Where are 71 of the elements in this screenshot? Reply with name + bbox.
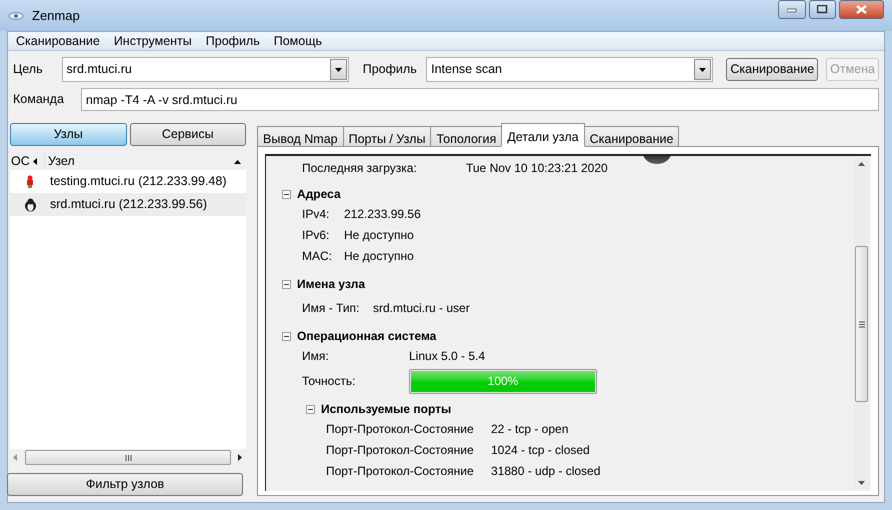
field-label: IPv4:	[302, 206, 330, 222]
progress-text: 100%	[486, 373, 520, 390]
tab[interactable]: Топология	[430, 126, 502, 147]
field-label: Порт-Протокол-Состояние	[326, 462, 475, 480]
field-value: Не доступно	[344, 226, 414, 244]
scan-button[interactable]: Сканирование	[726, 58, 818, 81]
close-icon	[856, 5, 867, 14]
dropdown[interactable]: srd.mtuci.ru	[62, 57, 349, 82]
field-label: Порт-Протокол-Состояние	[326, 420, 475, 438]
field-label: IPv6:	[302, 226, 330, 244]
menu-item[interactable]: Инструменты	[114, 32, 192, 50]
grip-icon	[858, 320, 864, 328]
view-toggle-button[interactable]: Сервисы	[130, 123, 246, 146]
grip-icon	[124, 454, 132, 460]
menu-item[interactable]: Профиль	[206, 32, 260, 50]
field-value: 22 - tcp - open	[491, 420, 568, 438]
field-label: Последняя загрузка:	[302, 160, 418, 176]
field-value: 31880 - udp - closed	[491, 462, 600, 480]
filter-hosts-button[interactable]: Фильтр узлов	[7, 473, 243, 496]
penguin-icon	[24, 198, 36, 212]
maximize-icon	[817, 5, 828, 14]
field-value: Linux 5.0 - 5.4	[409, 348, 486, 364]
collapse-icon[interactable]	[282, 280, 291, 288]
tab[interactable]: Детали узла	[501, 123, 585, 147]
scroll-right-icon[interactable]	[238, 454, 243, 461]
collapse-icon[interactable]	[282, 332, 291, 340]
menu-item[interactable]: Помощь	[274, 32, 322, 50]
field-value: 212.233.99.56	[344, 206, 421, 222]
profile-label: Профиль	[362, 61, 418, 78]
dropdown[interactable]: Intense scan	[426, 57, 714, 82]
field-label: Имя - Тип:	[302, 300, 360, 317]
close-button[interactable]	[839, 0, 884, 19]
tab[interactable]: Порты / Узлы	[342, 126, 432, 147]
sort-left-icon	[32, 158, 37, 165]
window-title: Zenmap	[32, 6, 80, 25]
scroll-up-icon[interactable]	[858, 162, 865, 166]
scrollbar-thumb[interactable]	[855, 246, 868, 402]
command-field[interactable]: nmap -T4 -A -v srd.mtuci.ru	[80, 88, 879, 111]
vertical-scrollbar[interactable]	[854, 158, 869, 489]
dropdown-arrow	[699, 68, 706, 72]
figure-icon	[25, 175, 35, 188]
command-label: Команда	[13, 91, 65, 108]
section-heading: Используемые порты	[321, 401, 452, 418]
tab[interactable]: Вывод Nmap	[257, 126, 344, 147]
dropdown-arrow	[334, 68, 342, 72]
minimize-button[interactable]	[778, 0, 806, 19]
section-heading: Имена узла	[297, 276, 366, 293]
scroll-down-icon[interactable]	[858, 481, 865, 485]
sort-up-icon	[234, 160, 241, 164]
section-heading: Адреса	[297, 186, 341, 203]
field-label: Имя:	[302, 348, 330, 364]
horizontal-scrollbar[interactable]	[10, 449, 246, 466]
field-value: Не доступно	[344, 248, 414, 264]
field-label: Точность:	[302, 373, 356, 390]
collapse-icon[interactable]	[282, 190, 291, 198]
eye-icon	[8, 10, 24, 20]
field-value: Tue Nov 10 10:23:21 2020	[466, 160, 608, 176]
tab[interactable]: Сканирование	[584, 126, 680, 147]
field-value: 1024 - tcp - closed	[491, 442, 590, 458]
column-header[interactable]: Узел	[45, 152, 246, 171]
view-toggle-button[interactable]: Узлы	[10, 123, 126, 146]
target-label: Цель	[13, 61, 44, 78]
scrollbar-thumb[interactable]	[25, 450, 231, 465]
collapse-icon[interactable]	[306, 404, 315, 414]
maximize-button[interactable]	[809, 0, 836, 19]
menu-item[interactable]: Сканирование	[16, 32, 100, 50]
section-heading: Операционная система	[297, 328, 436, 345]
field-value: srd.mtuci.ru - user	[373, 300, 470, 317]
host-row[interactable]: srd.mtuci.ru (212.233.99.56)	[10, 193, 246, 216]
field-label: Порт-Протокол-Состояние	[326, 442, 475, 458]
field-label: MAC:	[302, 248, 333, 264]
